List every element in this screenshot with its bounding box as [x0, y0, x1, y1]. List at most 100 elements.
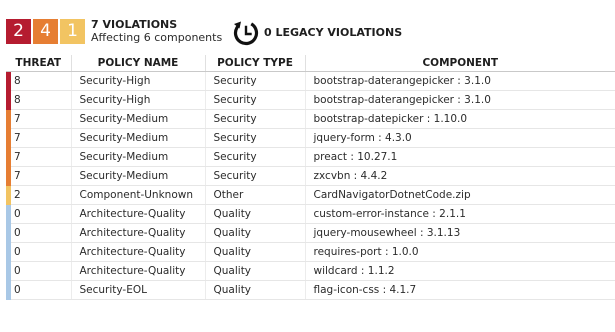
threat-value: 2	[14, 188, 21, 201]
component-cell: jquery-mousewheel : 3.1.13	[305, 223, 615, 243]
policy-name-cell: Security-EOL	[71, 280, 206, 300]
table-row[interactable]: 7 Security-Medium Security preact : 10.27.1	[6, 147, 615, 167]
threat-color-bar	[6, 280, 11, 300]
threat-cell: 0	[6, 261, 72, 281]
policy-name-cell: Security-Medium	[71, 166, 206, 186]
header-policy-name[interactable]: POLICY NAME	[71, 55, 206, 72]
component-cell: jquery-form : 4.3.0	[305, 128, 615, 148]
policy-type-cell: Security	[205, 128, 306, 148]
component-cell: preact : 10.27.1	[305, 147, 615, 167]
threat-value: 8	[14, 74, 21, 87]
threat-color-bar	[6, 71, 11, 91]
threat-cell: 7	[6, 166, 72, 186]
table-row[interactable]: 0 Architecture-Quality Quality wildcard : 1…	[6, 261, 615, 281]
policy-type-cell: Quality	[205, 223, 306, 243]
component-cell: bootstrap-daterangepicker : 3.1.0	[305, 90, 615, 110]
table-row[interactable]: 7 Security-Medium Security bootstrap-datepi…	[6, 109, 615, 129]
waiver-clock-icon	[231, 18, 261, 47]
policy-type-cell: Quality	[205, 280, 306, 300]
table-row[interactable]: 7 Security-Medium Security jquery-form : 4.…	[6, 128, 615, 148]
threat-color-bar	[6, 223, 11, 243]
threat-cell: 0	[6, 280, 72, 300]
threat-cell: 7	[6, 147, 72, 167]
header-threat[interactable]: THREAT	[6, 55, 72, 72]
header-component[interactable]: COMPONENT	[305, 55, 615, 72]
table-row[interactable]: 0 Security-EOL Quality flag-icon-css : 4.1.…	[6, 280, 615, 300]
threat-color-bar	[6, 261, 11, 281]
table-row[interactable]: 2 Component-Unknown Other CardNavigatorDotn…	[6, 185, 615, 205]
component-cell: flag-icon-css : 4.1.7	[305, 280, 615, 300]
policy-type-cell: Security	[205, 147, 306, 167]
policy-name-cell: Security-High	[71, 90, 206, 110]
policy-name-cell: Security-Medium	[71, 128, 206, 148]
threat-value: 7	[14, 112, 21, 125]
table-header-row: THREAT POLICY NAME POLICY TYPE COMPONENT	[6, 55, 615, 72]
threat-cell: 2	[6, 185, 72, 205]
policy-type-cell: Security	[205, 166, 306, 186]
threat-badge-moderate: 1	[60, 19, 85, 44]
policy-type-cell: Security	[205, 71, 306, 91]
threat-badge-critical: 2	[6, 19, 31, 44]
policy-type-cell: Quality	[205, 261, 306, 281]
threat-color-bar	[6, 109, 11, 129]
component-cell: requires-port : 1.0.0	[305, 242, 615, 262]
threat-color-bar	[6, 242, 11, 262]
threat-value: 7	[14, 131, 21, 144]
violations-table: THREAT POLICY NAME POLICY TYPE COMPONENT…	[6, 55, 615, 300]
policy-type-cell: Security	[205, 109, 306, 129]
threat-value: 0	[14, 283, 21, 296]
component-cell: wildcard : 1.1.2	[305, 261, 615, 281]
component-cell: bootstrap-datepicker : 1.10.0	[305, 109, 615, 129]
threat-value: 0	[14, 207, 21, 220]
component-cell: CardNavigatorDotnetCode.zip	[305, 185, 615, 205]
policy-type-cell: Quality	[205, 204, 306, 224]
threat-value: 0	[14, 245, 21, 258]
threat-cell: 8	[6, 90, 72, 110]
threat-cell: 7	[6, 109, 72, 129]
policy-type-cell: Other	[205, 185, 306, 205]
threat-color-bar	[6, 90, 11, 110]
header-policy-type[interactable]: POLICY TYPE	[205, 55, 306, 72]
table-row[interactable]: 8 Security-High Security bootstrap-daterang…	[6, 71, 615, 91]
threat-value: 0	[14, 264, 21, 277]
threat-cell: 0	[6, 204, 72, 224]
threat-value: 8	[14, 93, 21, 106]
policy-type-cell: Quality	[205, 242, 306, 262]
violations-text: 7 VIOLATIONS Affecting 6 components	[91, 17, 223, 44]
threat-cell: 0	[6, 242, 72, 262]
threat-value: 0	[14, 226, 21, 239]
policy-name-cell: Security-High	[71, 71, 206, 91]
policy-name-cell: Security-Medium	[71, 109, 206, 129]
policy-name-cell: Architecture-Quality	[71, 261, 206, 281]
threat-color-bar	[6, 166, 11, 186]
table-row[interactable]: 0 Architecture-Quality Quality custom-error…	[6, 204, 615, 224]
policy-name-cell: Security-Medium	[71, 147, 206, 167]
policy-name-cell: Architecture-Quality	[71, 223, 206, 243]
component-cell: bootstrap-daterangepicker : 3.1.0	[305, 71, 615, 91]
component-cell: custom-error-instance : 2.1.1	[305, 204, 615, 224]
policy-name-cell: Architecture-Quality	[71, 242, 206, 262]
threat-badge-severe: 4	[33, 19, 58, 44]
table-row[interactable]: 0 Architecture-Quality Quality requires-por…	[6, 242, 615, 262]
threat-value: 7	[14, 150, 21, 163]
threat-cell: 0	[6, 223, 72, 243]
threat-cell: 8	[6, 71, 72, 91]
policy-name-cell: Architecture-Quality	[71, 204, 206, 224]
policy-type-cell: Security	[205, 90, 306, 110]
threat-color-bar	[6, 185, 11, 205]
component-cell: zxcvbn : 4.4.2	[305, 166, 615, 186]
threat-color-bar	[6, 128, 11, 148]
table-row[interactable]: 0 Architecture-Quality Quality jquery-mouse…	[6, 223, 615, 243]
table-row[interactable]: 7 Security-Medium Security zxcvbn : 4.4.2	[6, 166, 615, 186]
violations-affecting: Affecting 6 components	[91, 30, 223, 44]
threat-cell: 7	[6, 128, 72, 148]
threat-value: 7	[14, 169, 21, 182]
legacy-violations: 0 LEGACY VIOLATIONS	[231, 18, 402, 47]
table-row[interactable]: 8 Security-High Security bootstrap-daterang…	[6, 90, 615, 110]
threat-color-bar	[6, 204, 11, 224]
violation-summary: 2 4 1 7 VIOLATIONS Affecting 6 component…	[6, 17, 223, 44]
violations-count: 7 VIOLATIONS	[91, 17, 178, 31]
legacy-violations-label: 0 LEGACY VIOLATIONS	[264, 26, 403, 39]
policy-name-cell: Component-Unknown	[71, 185, 206, 205]
threat-color-bar	[6, 147, 11, 167]
